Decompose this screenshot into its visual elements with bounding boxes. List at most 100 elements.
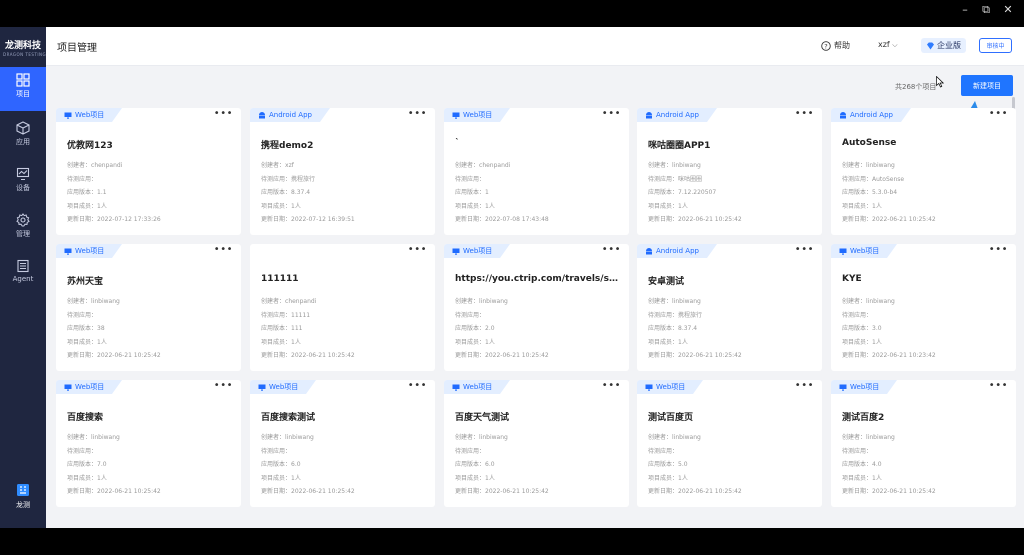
meta-value: 2022-06-21 10:25:42 bbox=[97, 488, 161, 495]
project-title: KYE bbox=[842, 274, 862, 284]
meta-row-app: 待测应用： bbox=[67, 173, 161, 187]
meta-label: 待测应用： bbox=[648, 447, 679, 455]
more-options-icon[interactable]: ••• bbox=[795, 244, 814, 255]
meta-value: 2022-06-21 10:25:42 bbox=[872, 216, 936, 223]
enterprise-badge[interactable]: 企业版 bbox=[921, 38, 966, 53]
project-type-tag: Web项目 bbox=[831, 380, 898, 394]
meta-row-app: 待测应用： bbox=[455, 173, 549, 187]
meta-label: 创建者： bbox=[261, 162, 286, 169]
meta-value: 1人 bbox=[678, 202, 688, 210]
meta-value: 2022-07-08 17:43:48 bbox=[485, 216, 549, 223]
project-card[interactable]: Web项目 ••• KYE 创建者：linbiwang 待测应用： 应用版本：3.0 项目成… bbox=[831, 244, 1016, 371]
project-meta: 创建者：linbiwang 待测应用： 应用版本：38 项目成员：1人 更新日期：202… bbox=[67, 295, 161, 363]
monitor-icon bbox=[452, 248, 460, 255]
more-options-icon[interactable]: ••• bbox=[795, 380, 814, 391]
meta-value: 1.1 bbox=[97, 189, 107, 196]
meta-label: 更新日期： bbox=[648, 352, 679, 359]
project-meta: 创建者：chenpandi 待测应用： 应用版本：1.1 项目成员：1人 更新日期：20… bbox=[67, 159, 161, 227]
project-card[interactable]: Web项目 ••• ` 创建者：chenpandi 待测应用： 应用版本：1 项目成员：1人… bbox=[444, 108, 629, 235]
project-card[interactable]: Web项目 ••• https://you.ctrip.com/travels/sh… bbox=[444, 244, 629, 371]
meta-row-app: 待测应用：携程旅行 bbox=[648, 309, 742, 323]
minimize-button[interactable]: – bbox=[955, 3, 975, 16]
more-options-icon[interactable]: ••• bbox=[602, 380, 621, 391]
meta-label: 项目成员： bbox=[455, 474, 486, 482]
meta-value: chenpandi bbox=[479, 162, 511, 169]
meta-label: 项目成员： bbox=[842, 202, 873, 210]
meta-label: 创建者： bbox=[67, 298, 92, 305]
meta-value: chenpandi bbox=[285, 298, 317, 305]
project-title: 百度天气测试 bbox=[455, 413, 510, 423]
sidebar-item-manage[interactable]: 管理 bbox=[0, 207, 46, 251]
user-menu[interactable]: xzf ⌵ bbox=[878, 40, 898, 50]
meta-row-members: 项目成员：1人 bbox=[455, 200, 549, 214]
new-project-button[interactable]: 新建项目 bbox=[961, 75, 1013, 96]
enterprise-label: 企业版 bbox=[937, 41, 961, 50]
meta-row-members: 项目成员：1人 bbox=[842, 472, 936, 486]
meta-value: 携程旅行 bbox=[291, 175, 316, 183]
close-button[interactable]: ✕ bbox=[998, 3, 1018, 16]
meta-label: 创建者： bbox=[67, 434, 92, 441]
meta-label: 应用版本： bbox=[648, 461, 679, 468]
more-options-icon[interactable]: ••• bbox=[408, 380, 427, 391]
more-options-icon[interactable]: ••• bbox=[214, 380, 233, 391]
meta-row-creator: 创建者：xzf bbox=[261, 159, 355, 173]
more-options-icon[interactable]: ••• bbox=[214, 108, 233, 119]
meta-value: 2022-06-21 10:23:42 bbox=[872, 352, 936, 359]
more-options-icon[interactable]: ••• bbox=[989, 380, 1008, 391]
meta-label: 更新日期： bbox=[455, 352, 486, 359]
monitor-icon bbox=[839, 384, 847, 391]
meta-label: 待测应用： bbox=[648, 311, 679, 319]
grid-icon bbox=[16, 73, 30, 87]
project-type-tag: Web项目 bbox=[444, 380, 511, 394]
project-card[interactable]: Web项目 ••• 苏州天宝 创建者：linbiwang 待测应用： 应用版本：38 项目成… bbox=[56, 244, 241, 371]
project-card[interactable]: Web项目 ••• 测试百度页 创建者：linbiwang 待测应用： 应用版本：5.0 项… bbox=[637, 380, 822, 507]
sidebar-item-apps[interactable]: 应用 bbox=[0, 115, 46, 159]
meta-label: 应用版本： bbox=[67, 461, 98, 468]
sidebar-bottom-item[interactable]: 龙测 bbox=[0, 483, 46, 510]
project-card[interactable]: Web项目 ••• 百度搜索测试 创建者：linbiwang 待测应用： 应用版本：6.0… bbox=[250, 380, 435, 507]
meta-value: 1人 bbox=[97, 202, 107, 210]
project-card[interactable]: Android App ••• 咪咕圈圈APP1 创建者：linbiwang 待测应用：… bbox=[637, 108, 822, 235]
meta-row-updated: 更新日期：2022-06-21 10:25:42 bbox=[648, 485, 742, 499]
meta-value: linbiwang bbox=[866, 434, 895, 441]
meta-row-updated: 更新日期：2022-06-21 10:25:42 bbox=[261, 349, 355, 363]
project-type-label: Web项目 bbox=[75, 383, 105, 391]
logo-main-text: 龙测科技 bbox=[4, 41, 41, 51]
sidebar-item-agent[interactable]: Agent bbox=[0, 253, 46, 297]
meta-label: 创建者： bbox=[842, 162, 867, 169]
project-card[interactable]: Web项目 ••• 百度天气测试 创建者：linbiwang 待测应用： 应用版本：6.0… bbox=[444, 380, 629, 507]
more-options-icon[interactable]: ••• bbox=[795, 108, 814, 119]
project-card[interactable]: Web项目 ••• 优教网123 创建者：chenpandi 待测应用： 应用版本：1.1… bbox=[56, 108, 241, 235]
project-card[interactable]: ••• 111111 创建者：chenpandi 待测应用：11111 应用版本：111… bbox=[250, 244, 435, 371]
project-type-tag: Android App bbox=[831, 108, 911, 122]
project-type-tag: Web项目 bbox=[56, 108, 123, 122]
sidebar-item-label: 项目 bbox=[16, 90, 30, 98]
meta-value: linbiwang bbox=[672, 162, 701, 169]
meta-label: 创建者： bbox=[261, 298, 286, 305]
more-options-icon[interactable]: ••• bbox=[408, 108, 427, 119]
more-options-icon[interactable]: ••• bbox=[214, 244, 233, 255]
more-options-icon[interactable]: ••• bbox=[602, 108, 621, 119]
top-header: 项目管理 ? 帮助 xzf ⌵ 企业版 审核中 bbox=[46, 27, 1024, 66]
meta-row-updated: 更新日期：2022-06-21 10:25:42 bbox=[842, 213, 936, 227]
project-card[interactable]: Android App ••• 携程demo2 创建者：xzf 待测应用：携程旅行 应用版… bbox=[250, 108, 435, 235]
more-options-icon[interactable]: ••• bbox=[602, 244, 621, 255]
meta-row-version: 应用版本：3.0 bbox=[842, 322, 936, 336]
more-options-icon[interactable]: ••• bbox=[989, 108, 1008, 119]
meta-value: linbiwang bbox=[479, 298, 508, 305]
sidebar-item-devices[interactable]: 设备 bbox=[0, 161, 46, 205]
maximize-button[interactable]: ⧉ bbox=[976, 3, 996, 17]
meta-value: 8.37.4 bbox=[678, 325, 698, 332]
help-link[interactable]: ? 帮助 bbox=[821, 40, 850, 51]
meta-label: 应用版本： bbox=[67, 189, 98, 196]
project-card[interactable]: Web项目 ••• 测试百度2 创建者：linbiwang 待测应用： 应用版本：4.0 项… bbox=[831, 380, 1016, 507]
project-type-label: Web项目 bbox=[850, 383, 880, 391]
more-options-icon[interactable]: ••• bbox=[989, 244, 1008, 255]
sidebar-item-projects[interactable]: 项目 bbox=[0, 67, 46, 111]
meta-value: 1人 bbox=[485, 202, 495, 210]
project-card[interactable]: Android App ••• AutoSense 创建者：linbiwang 待测应用… bbox=[831, 108, 1016, 235]
audit-status-button[interactable]: 审核中 bbox=[979, 38, 1012, 53]
project-card[interactable]: Web项目 ••• 百度搜索 创建者：linbiwang 待测应用： 应用版本：7.0 项目… bbox=[56, 380, 241, 507]
more-options-icon[interactable]: ••• bbox=[408, 244, 427, 255]
project-card[interactable]: Android App ••• 安卓测试 创建者：linbiwang 待测应用：携程旅行… bbox=[637, 244, 822, 371]
